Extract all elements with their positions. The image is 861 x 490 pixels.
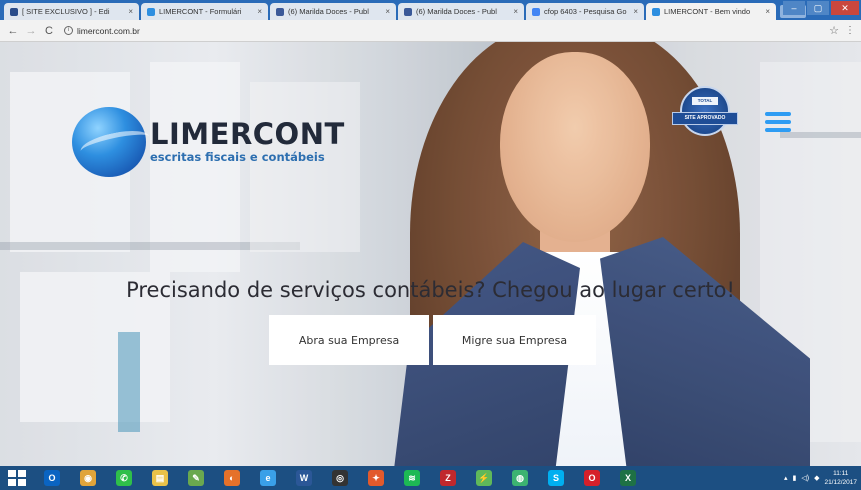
system-tray: ▴ ▮ ◁) ◆ 11:11 21/12/2017 [784, 469, 861, 487]
tab-label: cfop 6403 - Pesquisa Go [544, 7, 627, 16]
network-icon[interactable]: ▮ [792, 474, 796, 482]
logo-tagline: escritas fiscais e contábeis [150, 150, 325, 164]
minimize-button[interactable]: – [783, 1, 805, 15]
migrate-company-button[interactable]: Migre sua Empresa [433, 315, 596, 365]
globe-icon[interactable]: ◍ [502, 466, 538, 490]
hamburger-bar [765, 112, 791, 116]
lightning-icon[interactable]: ⚡ [466, 466, 502, 490]
taskbar-glyph: ◐ [224, 470, 240, 486]
browser-tab[interactable]: (6) Marilda Doces - Publ × [270, 3, 396, 20]
cta-row: Abra sua Empresa Migre sua Empresa [269, 315, 596, 365]
browser-tab[interactable]: cfop 6403 - Pesquisa Go × [526, 3, 644, 20]
tab-favicon-icon [404, 7, 412, 16]
browser-tab[interactable]: LIMERCONT - Bem vindo × [646, 3, 776, 20]
close-window-button[interactable]: ✕ [831, 1, 859, 15]
outlook-icon[interactable]: O [34, 466, 70, 490]
clock[interactable]: 11:11 21/12/2017 [824, 469, 857, 487]
url-text: limercont.com.br [77, 25, 140, 36]
address-bar[interactable]: i limercont.com.br [60, 23, 829, 39]
tab-label: LIMERCONT - Bem vindo [664, 7, 751, 16]
hamburger-bar [765, 120, 791, 124]
browser-tab-strip: [ SITE EXCLUSIVO ] - Edi × LIMERCONT - For… [0, 0, 861, 20]
logo-name: LIMERCONT [150, 117, 345, 151]
opera-icon[interactable]: O [574, 466, 610, 490]
hero-section: LIMERCONT escritas fiscais e contábeis T… [0, 42, 861, 466]
file-explorer-icon[interactable]: ▤ [142, 466, 178, 490]
clock-time: 11:11 [833, 470, 849, 477]
taskbar-glyph: ◉ [80, 470, 96, 486]
taskbar-glyph: S [548, 470, 564, 486]
browser-toolbar: ← → C i limercont.com.br ☆ ⋮ [0, 20, 861, 42]
reload-button[interactable]: C [42, 25, 56, 37]
spotify-icon[interactable]: ≋ [394, 466, 430, 490]
tab-label: (6) Marilda Doces - Publ [288, 7, 369, 16]
taskbar-glyph: O [584, 470, 600, 486]
seal-top-label: TOTAL [692, 97, 718, 105]
taskbar-glyph: e [260, 470, 276, 486]
tab-close-icon[interactable]: × [513, 7, 518, 16]
volume-icon[interactable]: ◁) [801, 474, 809, 482]
hero-title: Precisando de serviços contábeis? Chegou… [126, 278, 735, 302]
tab-close-icon[interactable]: × [633, 7, 638, 16]
taskbar-apps: O ◉ ✆ ▤ ✎ ◐ e W ◎ ✦ ≋ Z ⚡ ◍ S O X [34, 466, 646, 490]
taskbar-glyph: ✎ [188, 470, 204, 486]
approved-site-seal[interactable] [680, 86, 730, 136]
browser-tab[interactable]: (6) Marilda Doces - Publ × [398, 3, 524, 20]
info-icon[interactable]: i [64, 26, 73, 35]
clock-date: 21/12/2017 [824, 479, 857, 486]
windows-taskbar: O ◉ ✆ ▤ ✎ ◐ e W ◎ ✦ ≋ Z ⚡ ◍ S O X ▴ ▮ ◁) ◆ 11:11 21/12/2… [0, 466, 861, 490]
whatsapp-icon[interactable]: ✆ [106, 466, 142, 490]
bookmark-star-icon[interactable]: ☆ [829, 24, 839, 37]
forward-button[interactable]: → [24, 25, 38, 37]
tab-close-icon[interactable]: × [257, 7, 262, 16]
tab-close-icon[interactable]: × [128, 7, 133, 16]
skype-icon[interactable]: S [538, 466, 574, 490]
taskbar-glyph: X [620, 470, 636, 486]
browser-tab[interactable]: [ SITE EXCLUSIVO ] - Edi × [4, 3, 139, 20]
tab-close-icon[interactable]: × [765, 7, 770, 16]
obs-icon[interactable]: ◎ [322, 466, 358, 490]
tab-label: [ SITE EXCLUSIVO ] - Edi [22, 7, 110, 16]
taskbar-glyph: ▤ [152, 470, 168, 486]
taskbar-glyph: W [296, 470, 312, 486]
site-logo[interactable]: LIMERCONT escritas fiscais e contábeis [72, 107, 344, 177]
back-button[interactable]: ← [6, 25, 20, 37]
maximize-button[interactable]: ▢ [807, 1, 829, 15]
tab-favicon-icon [652, 7, 660, 16]
taskbar-glyph: ◎ [332, 470, 348, 486]
tab-favicon-icon [532, 7, 540, 16]
chrome-icon[interactable]: ◉ [70, 466, 106, 490]
firefox-icon[interactable]: ◐ [214, 466, 250, 490]
tab-favicon-icon [276, 7, 284, 16]
filezilla-icon[interactable]: Z [430, 466, 466, 490]
taskbar-glyph: ◍ [512, 470, 528, 486]
tab-favicon-icon [10, 7, 18, 16]
tray-up-arrow-icon[interactable]: ▴ [784, 474, 788, 482]
browser-tab[interactable]: LIMERCONT - Formulári × [141, 3, 268, 20]
notification-icon[interactable]: ◆ [814, 474, 819, 482]
word-icon[interactable]: W [286, 466, 322, 490]
tab-close-icon[interactable]: × [385, 7, 390, 16]
internet-explorer-icon[interactable]: e [250, 466, 286, 490]
menu-dots-icon[interactable]: ⋮ [845, 25, 855, 36]
tab-favicon-icon [147, 7, 155, 16]
hamburger-bar [765, 128, 791, 132]
hero-overlay [0, 42, 861, 466]
paint3d-icon[interactable]: ✦ [358, 466, 394, 490]
taskbar-glyph: Z [440, 470, 456, 486]
taskbar-glyph: ✦ [368, 470, 384, 486]
seal-ribbon: SITE APROVADO [672, 112, 738, 125]
taskbar-glyph: O [44, 470, 60, 486]
hamburger-menu-icon[interactable] [765, 112, 791, 132]
windows-start-icon[interactable] [6, 469, 28, 487]
tab-label: (6) Marilda Doces - Publ [416, 7, 497, 16]
taskbar-glyph: ✆ [116, 470, 132, 486]
window-controls: – ▢ ✕ [783, 1, 859, 15]
taskbar-glyph: ⚡ [476, 470, 492, 486]
tab-label: LIMERCONT - Formulári [159, 7, 242, 16]
excel-icon[interactable]: X [610, 466, 646, 490]
taskbar-glyph: ≋ [404, 470, 420, 486]
paint-icon[interactable]: ✎ [178, 466, 214, 490]
open-company-button[interactable]: Abra sua Empresa [269, 315, 429, 365]
